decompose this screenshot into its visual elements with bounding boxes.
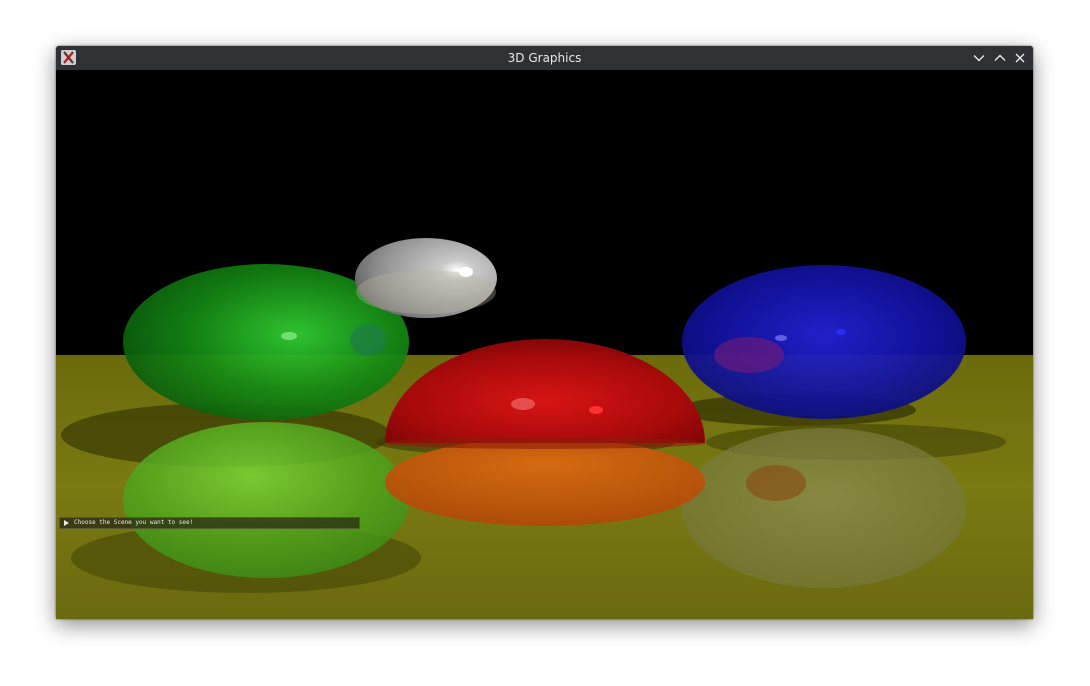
scene-selector[interactable]: Choose the Scene you want to see! [59,517,360,529]
raytraced-scene [56,70,1033,619]
app-window: 3D Graphics Choose the Scene you want to… [56,46,1033,619]
titlebar[interactable]: 3D Graphics [56,46,1033,70]
window-title: 3D Graphics [507,51,582,65]
maximize-button[interactable] [991,49,1009,67]
render-viewport[interactable]: Choose the Scene you want to see! [56,70,1033,619]
scene-selector-label: Choose the Scene you want to see! [74,519,194,526]
triangle-right-icon [64,520,69,526]
close-button[interactable] [1011,49,1029,67]
minimize-button[interactable] [970,49,988,67]
